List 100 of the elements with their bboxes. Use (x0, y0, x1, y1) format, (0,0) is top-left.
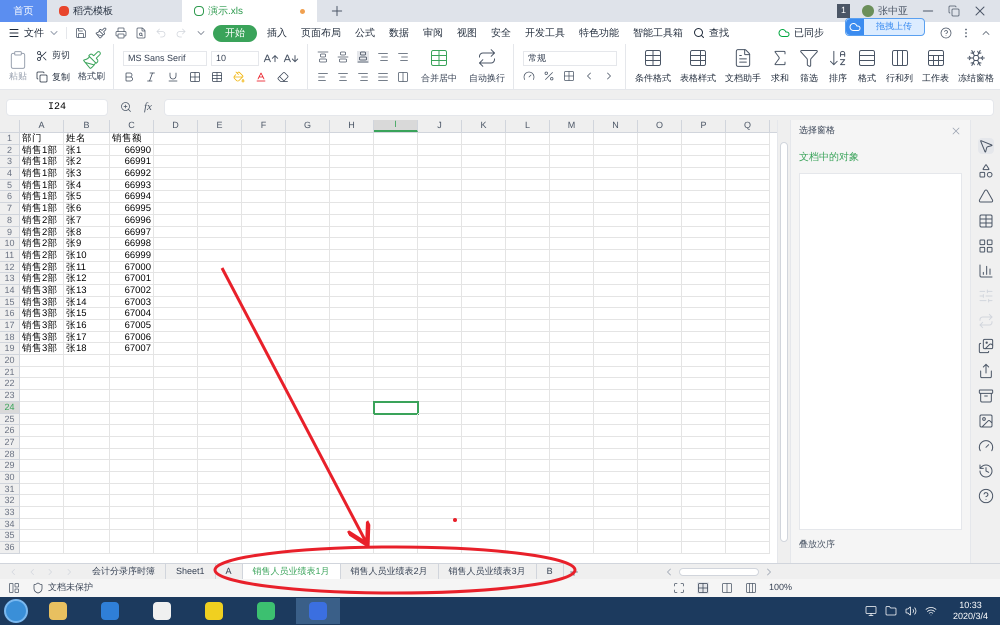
toolbar-button[interactable]: 行和列 (886, 44, 913, 89)
shapes-icon[interactable] (978, 163, 994, 179)
column-header[interactable]: E (198, 120, 242, 132)
row-header[interactable]: 8 (0, 214, 20, 226)
row-header[interactable]: 25 (0, 414, 20, 426)
sync-status[interactable]: 已同步 (778, 26, 824, 40)
column-header[interactable]: B (64, 120, 110, 132)
reading-view-icon[interactable] (744, 582, 757, 594)
ribbon-tab[interactable]: 安全 (487, 26, 515, 40)
start-button[interactable] (4, 599, 28, 623)
protection-status[interactable]: 文档未保护 (32, 581, 93, 595)
image-icon[interactable] (978, 413, 994, 429)
sliders-icon[interactable] (978, 288, 994, 304)
monitor-icon[interactable] (864, 605, 877, 617)
font-name-field[interactable]: MS Sans Serif (123, 51, 207, 66)
ribbon-tab[interactable]: 特色功能 (575, 26, 623, 40)
gallery-icon[interactable] (978, 338, 994, 354)
font-color-icon[interactable] (255, 70, 267, 82)
column-header[interactable]: J (418, 120, 462, 132)
column-header[interactable]: O (638, 120, 682, 132)
restore-icon[interactable] (948, 5, 960, 17)
gauge-icon[interactable] (978, 438, 994, 454)
volume-icon[interactable] (904, 605, 917, 617)
column-header[interactable]: F (242, 120, 286, 132)
toolbar-button[interactable]: 文档助手 (725, 44, 761, 89)
column-header[interactable]: L (506, 120, 550, 132)
row-header[interactable]: 17 (0, 320, 20, 332)
row-header[interactable]: 15 (0, 296, 20, 308)
column-header[interactable]: P (682, 120, 726, 132)
column-header[interactable]: M (550, 120, 594, 132)
row-header[interactable]: 33 (0, 507, 20, 519)
row-header[interactable]: 18 (0, 332, 20, 344)
row-header[interactable]: 35 (0, 530, 20, 542)
horizontal-scrollbar[interactable] (679, 568, 759, 576)
column-header[interactable]: N (594, 120, 638, 132)
row-header[interactable]: 6 (0, 191, 20, 204)
function-button[interactable]: fx (144, 98, 152, 116)
archive-icon[interactable] (978, 388, 994, 404)
toolbar-button[interactable]: 条件格式 (635, 44, 671, 89)
row-header[interactable]: 10 (0, 238, 20, 250)
column-header[interactable]: G (286, 120, 330, 132)
row-header[interactable]: 3 (0, 156, 20, 168)
ribbon-tab[interactable]: 审阅 (419, 26, 447, 40)
zoom-icon[interactable] (120, 101, 132, 113)
row-header[interactable]: 34 (0, 518, 20, 530)
align-right-icon[interactable] (357, 70, 369, 82)
ribbon-tab[interactable]: 数据 (385, 26, 413, 40)
underline-icon[interactable] (167, 70, 179, 82)
avatar[interactable] (862, 5, 874, 17)
distribute-icon[interactable] (397, 70, 409, 82)
clear-icon[interactable] (277, 70, 289, 82)
row-header[interactable]: 23 (0, 390, 20, 402)
clock-date[interactable]: 2020/3/4 (952, 611, 988, 622)
document-tab[interactable]: 演示.xls (182, 0, 317, 22)
bold-icon[interactable] (123, 70, 135, 82)
select-icon[interactable] (978, 138, 994, 154)
toolbar-button[interactable]: 筛选 (799, 44, 819, 89)
save-icon[interactable] (75, 27, 87, 39)
row-header[interactable]: 31 (0, 484, 20, 496)
align-left-icon[interactable] (317, 70, 329, 82)
toolbar-button[interactable]: 工作表 (922, 44, 949, 89)
italic-icon[interactable] (145, 70, 157, 82)
row-header[interactable]: 22 (0, 378, 20, 390)
row-header[interactable]: 4 (0, 168, 20, 180)
ribbon-tab[interactable]: 开发工具 (521, 26, 569, 40)
preview-icon[interactable] (135, 27, 147, 39)
vertical-scrollbar[interactable] (780, 142, 788, 542)
row-header[interactable]: 29 (0, 460, 20, 472)
align-bottom-icon[interactable] (357, 50, 369, 62)
copy-button[interactable]: 复制 (36, 70, 70, 84)
panel-title[interactable]: 选择窗格 (799, 124, 835, 138)
row-header[interactable]: 14 (0, 284, 20, 297)
layout-icon[interactable] (8, 582, 20, 594)
format-painter-button[interactable]: 格式刷 (78, 50, 105, 84)
percent-icon[interactable] (543, 70, 555, 82)
name-box[interactable]: I24 (6, 98, 108, 116)
table-icon[interactable] (978, 213, 994, 229)
file-menu[interactable]: 文件 (8, 26, 60, 40)
number-format-field[interactable]: 常规 (523, 51, 617, 66)
align-center-icon[interactable] (337, 70, 349, 82)
zoom-level[interactable]: 100% (768, 581, 792, 595)
toolbar-button[interactable]: 求和 (770, 44, 790, 89)
sheet-tab[interactable]: 销售人员业绩表1月 (242, 564, 341, 579)
fullscreen-icon[interactable] (672, 582, 685, 594)
toolbar-button[interactable]: 格式 (857, 44, 877, 89)
ribbon-tab[interactable]: 插入 (263, 26, 291, 40)
history-icon[interactable] (978, 463, 994, 479)
formula-field[interactable] (164, 98, 994, 116)
row-header[interactable]: 32 (0, 495, 20, 507)
column-header[interactable]: D (154, 120, 198, 132)
print-icon[interactable] (115, 27, 127, 39)
row-header[interactable]: 30 (0, 472, 20, 484)
row-header[interactable]: 2 (0, 144, 20, 156)
row-header[interactable]: 7 (0, 203, 20, 215)
column-header[interactable]: C (110, 120, 154, 132)
row-header[interactable]: 19 (0, 343, 20, 356)
clock-time[interactable]: 10:33 (959, 600, 982, 611)
column-header[interactable]: Q (726, 120, 770, 132)
share-icon[interactable] (978, 363, 994, 379)
row-header[interactable]: 12 (0, 262, 20, 274)
